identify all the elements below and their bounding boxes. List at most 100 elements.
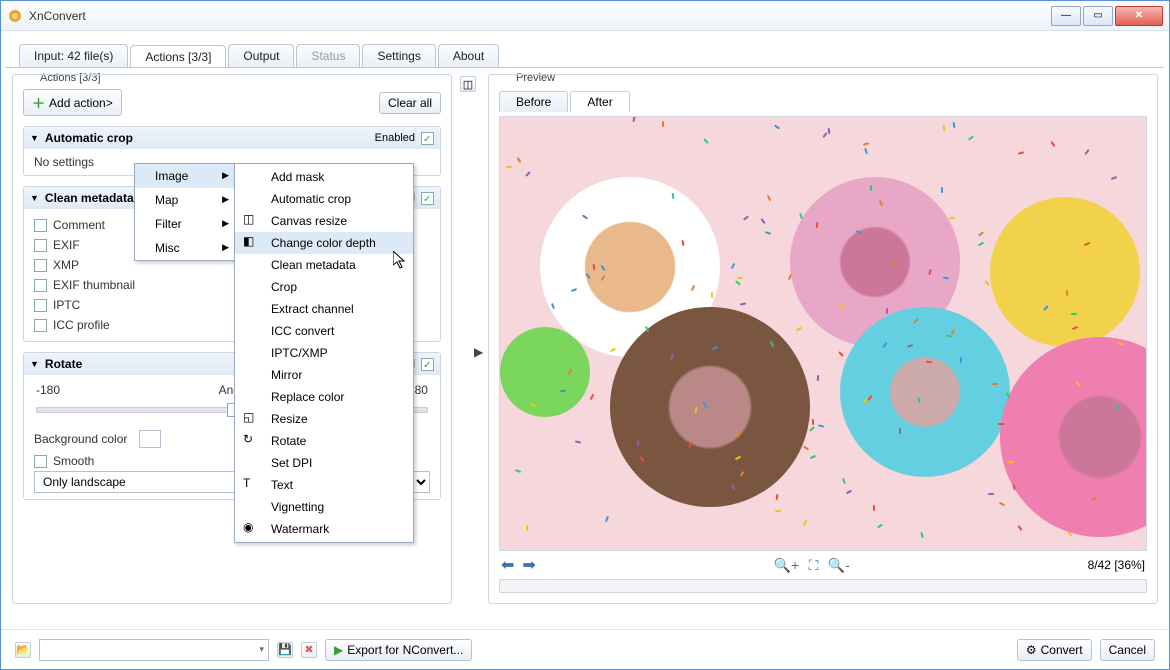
submenu-item-label: Rotate xyxy=(271,434,306,448)
metadata-item-label: Comment xyxy=(53,218,105,232)
submenu-item[interactable]: Add mask xyxy=(235,166,413,188)
menu-item-map[interactable]: Map ▶ xyxy=(135,188,235,212)
collapse-icon: ▼ xyxy=(30,133,39,143)
preview-tab-after[interactable]: After xyxy=(570,91,629,112)
preview-status: 8/42 [36%] xyxy=(1088,558,1145,572)
menu-item-misc[interactable]: Misc▶ xyxy=(135,236,235,260)
enabled-label: Enabled xyxy=(375,132,415,144)
submenu-item-label: Watermark xyxy=(271,522,329,536)
submenu-item[interactable]: Automatic crop xyxy=(235,188,413,210)
submenu-item[interactable]: IPTC/XMP xyxy=(235,342,413,364)
action-icon: T xyxy=(243,476,259,492)
submenu-item[interactable]: ↻Rotate xyxy=(235,430,413,452)
submenu-arrow-icon: ▶ xyxy=(222,194,229,205)
submenu-item-label: Automatic crop xyxy=(271,192,351,206)
menu-item-image[interactable]: Image ▶ xyxy=(135,164,235,188)
submenu-item-label: Crop xyxy=(271,280,297,294)
submenu-item[interactable]: ◧ Change color depth xyxy=(235,232,413,254)
submenu-item[interactable]: Mirror xyxy=(235,364,413,386)
collapse-icon: ▼ xyxy=(30,193,39,203)
action-icon: ◧ xyxy=(243,234,259,250)
export-label: Export for NConvert... xyxy=(347,643,463,657)
cancel-button[interactable]: Cancel xyxy=(1100,639,1155,661)
add-action-button[interactable]: ＋Add action> xyxy=(23,89,122,116)
zoom-out-button[interactable]: 🔍- xyxy=(828,557,850,573)
submenu-item[interactable]: T Text xyxy=(235,474,413,496)
save-preset-button[interactable]: 💾 xyxy=(277,642,293,658)
submenu-item[interactable]: Extract channel xyxy=(235,298,413,320)
cursor-icon xyxy=(393,251,409,271)
submenu-item[interactable]: Vignetting xyxy=(235,496,413,518)
preview-image xyxy=(499,116,1147,551)
metadata-item-label: ICC profile xyxy=(53,318,110,332)
submenu-item[interactable]: ◉ Watermark xyxy=(235,518,413,540)
metadata-checkbox[interactable] xyxy=(34,279,47,292)
submenu-item[interactable]: ◫Canvas resize xyxy=(235,210,413,232)
close-button[interactable]: ✕ xyxy=(1115,6,1163,26)
submenu-item[interactable]: ICC convert xyxy=(235,320,413,342)
convert-button[interactable]: ⚙Convert xyxy=(1017,639,1092,661)
delete-preset-button[interactable]: ✖ xyxy=(301,642,317,658)
enabled-checkbox[interactable] xyxy=(421,192,434,205)
metadata-checkbox[interactable] xyxy=(34,259,47,272)
prev-image-button[interactable]: ⬅ xyxy=(501,555,514,575)
metadata-checkbox[interactable] xyxy=(34,319,47,332)
menu-item-label: Filter xyxy=(155,217,182,231)
action-name: Clean metadata xyxy=(45,191,134,205)
preview-scrollbar[interactable] xyxy=(499,579,1147,593)
metadata-item-label: IPTC xyxy=(53,298,80,312)
bgcolor-swatch[interactable] xyxy=(139,430,161,448)
submenu-item-label: Text xyxy=(271,478,293,492)
submenu-item-label: Change color depth xyxy=(271,236,376,250)
smooth-label: Smooth xyxy=(53,454,94,468)
collapse-arrow-icon[interactable]: ▶ xyxy=(474,345,483,359)
tab-actions[interactable]: Actions [3/3] xyxy=(130,45,226,68)
menu-item-label: Image xyxy=(155,169,188,183)
collapse-icon: ▼ xyxy=(30,359,39,369)
tab-settings[interactable]: Settings xyxy=(362,44,435,67)
submenu-item-label: Clean metadata xyxy=(271,258,356,272)
export-nconvert-button[interactable]: ▶Export for NConvert... xyxy=(325,639,472,661)
preview-tab-before[interactable]: Before xyxy=(499,91,568,112)
submenu-item-label: Replace color xyxy=(271,390,344,404)
submenu-item-label: Mirror xyxy=(271,368,302,382)
submenu-item[interactable]: Set DPI xyxy=(235,452,413,474)
tab-input[interactable]: Input: 42 file(s) xyxy=(19,44,128,67)
submenu-arrow-icon: ▶ xyxy=(222,170,229,181)
action-name: Automatic crop xyxy=(45,131,133,145)
action-icon: ◉ xyxy=(243,520,259,536)
metadata-checkbox[interactable] xyxy=(34,239,47,252)
enabled-checkbox[interactable] xyxy=(421,358,434,371)
action-icon: ◱ xyxy=(243,410,259,426)
submenu-item[interactable]: Clean metadata xyxy=(235,254,413,276)
tab-output[interactable]: Output xyxy=(228,44,294,67)
submenu-item-label: ICC convert xyxy=(271,324,334,338)
minimize-button[interactable]: — xyxy=(1051,6,1081,26)
maximize-button[interactable]: ▭ xyxy=(1083,6,1113,26)
tab-about[interactable]: About xyxy=(438,44,499,67)
submenu-item[interactable]: Crop xyxy=(235,276,413,298)
action-name: Rotate xyxy=(45,357,82,371)
clear-all-button[interactable]: Clear all xyxy=(379,92,441,114)
preset-combo[interactable]: ▾ xyxy=(39,639,269,661)
metadata-checkbox[interactable] xyxy=(34,299,47,312)
enabled-checkbox[interactable] xyxy=(421,132,434,145)
menu-item-filter[interactable]: Filter ▶ xyxy=(135,212,235,236)
panel-image-icon[interactable]: ◫ xyxy=(460,76,476,92)
next-image-button[interactable]: ➡ xyxy=(522,555,535,575)
metadata-item-label: XMP xyxy=(53,258,79,272)
titlebar: XnConvert — ▭ ✕ xyxy=(1,1,1169,31)
action-header-auto-crop[interactable]: ▼ Automatic crop Enabled xyxy=(24,127,440,149)
open-folder-button[interactable]: 📂 xyxy=(15,642,31,658)
zoom-in-button[interactable]: 🔍+ xyxy=(774,557,800,573)
submenu-item[interactable]: ◱Resize xyxy=(235,408,413,430)
submenu-item[interactable]: Replace color xyxy=(235,386,413,408)
submenu-item-label: Set DPI xyxy=(271,456,312,470)
menu-item-label: Map xyxy=(155,193,178,207)
submenu-arrow-icon: ▶ xyxy=(222,242,229,253)
submenu-arrow-icon: ▶ xyxy=(222,218,229,229)
metadata-item-label: EXIF xyxy=(53,238,80,252)
fit-button[interactable]: ⛶ xyxy=(809,557,819,573)
metadata-checkbox[interactable] xyxy=(34,219,47,232)
smooth-checkbox[interactable] xyxy=(34,455,47,468)
